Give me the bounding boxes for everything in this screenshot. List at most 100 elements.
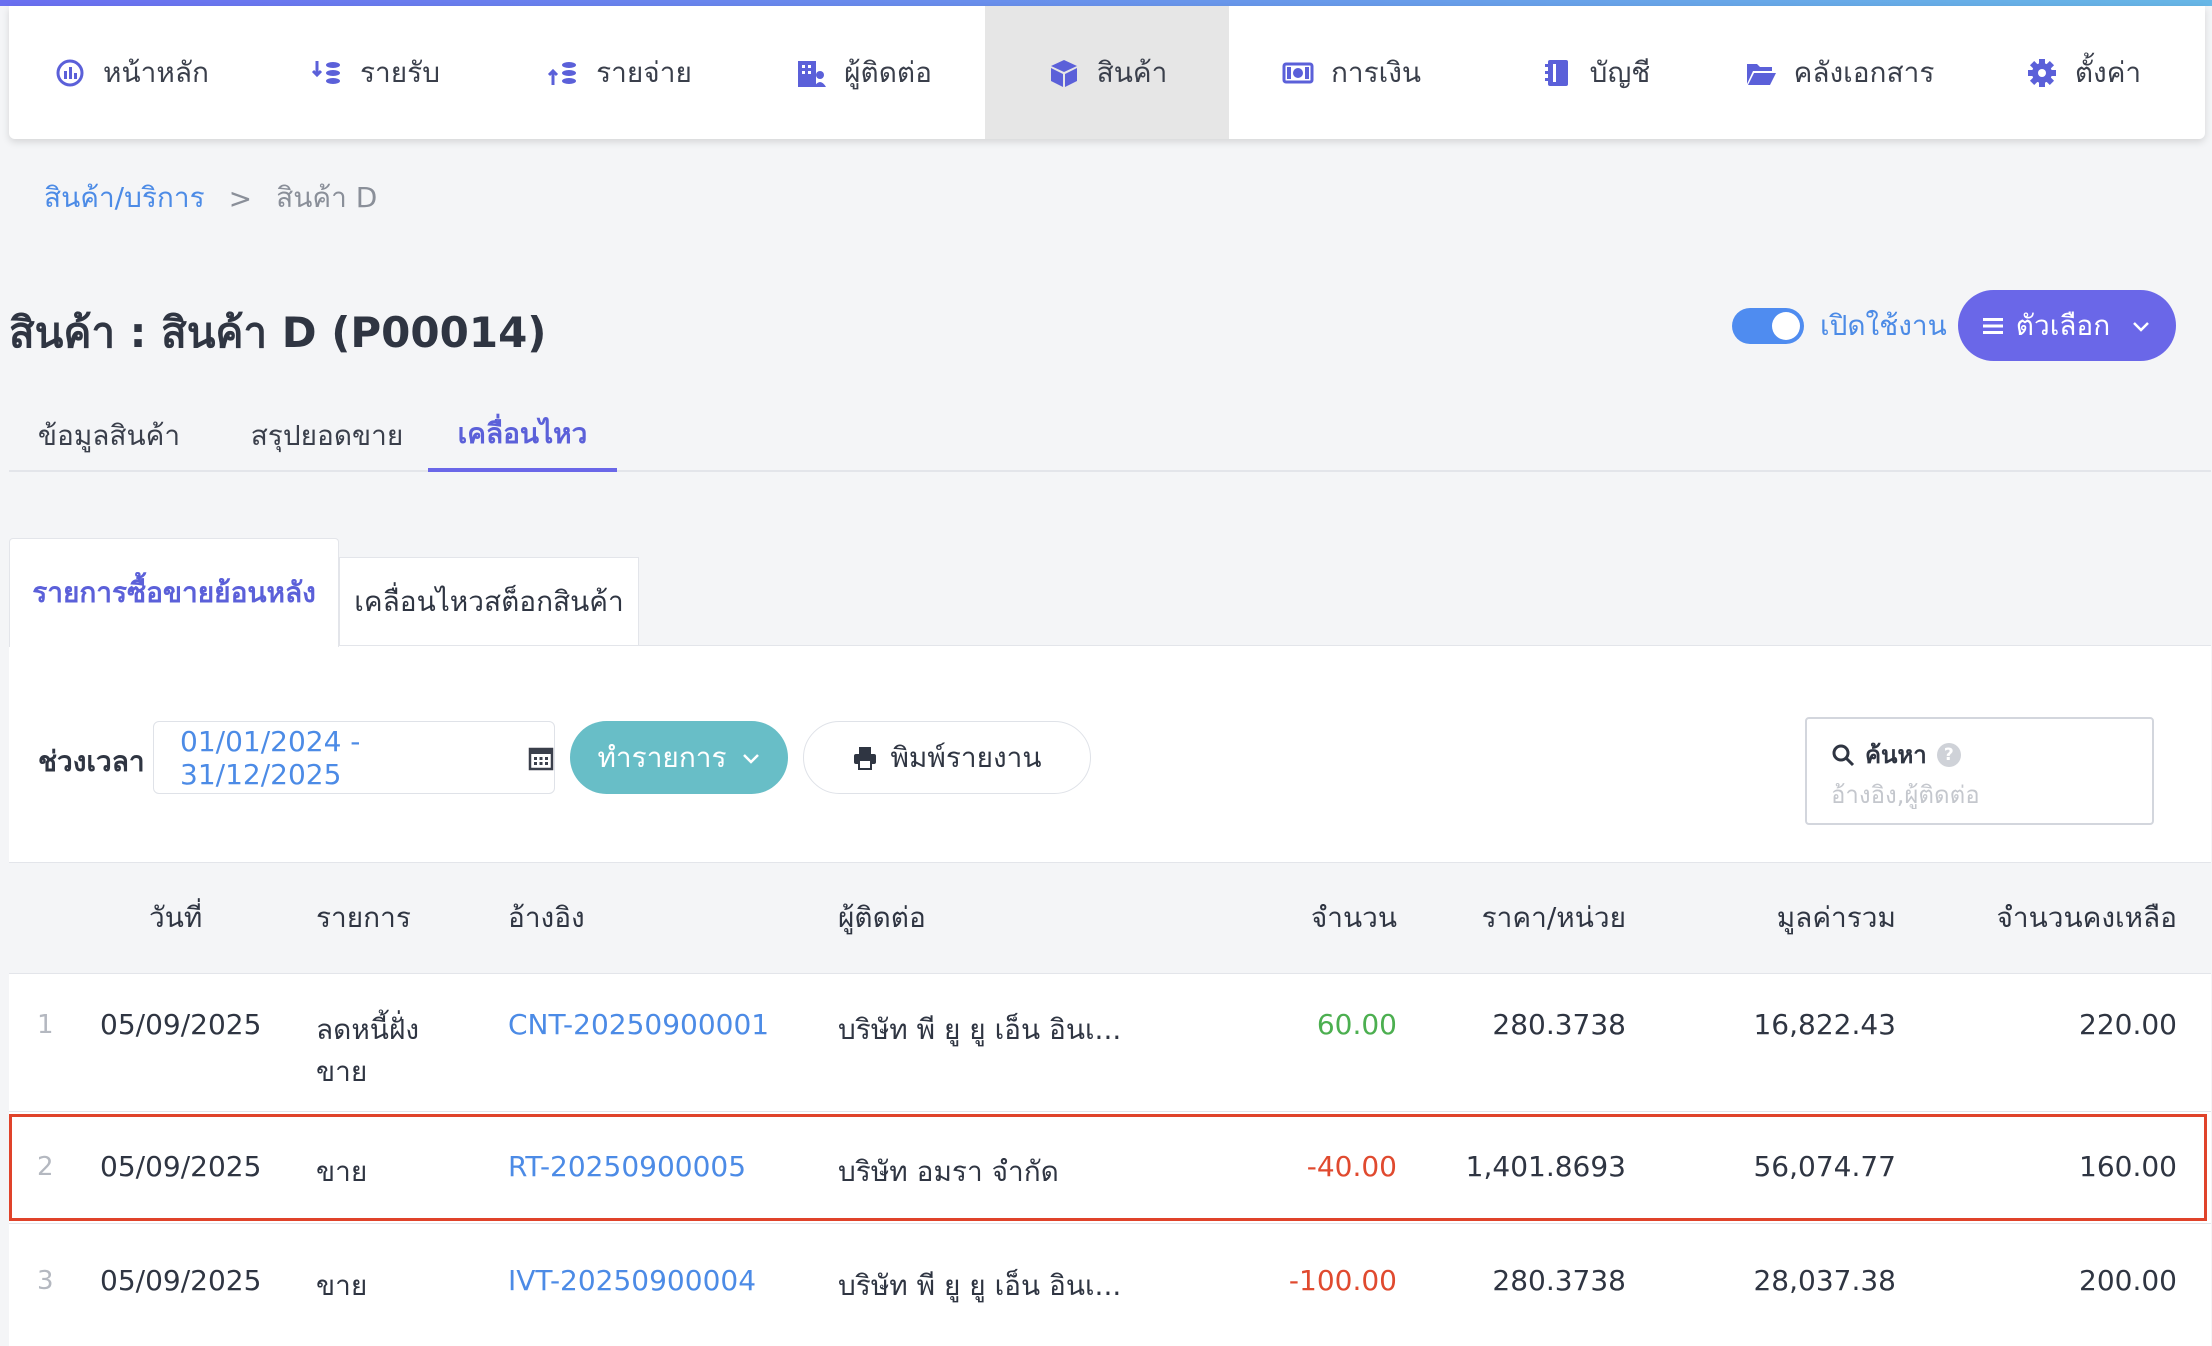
row-total: 28,037.38 xyxy=(1753,1264,1896,1297)
nav-item-settings[interactable]: ตั้งค่า xyxy=(1961,6,2205,139)
search-icon xyxy=(1831,743,1855,767)
income-icon xyxy=(310,56,344,90)
options-button-label: ตัวเลือก xyxy=(2015,308,2111,342)
nav-label: บัญชี xyxy=(1589,55,1651,89)
date-range-value: 01/01/2024 - 31/12/2025 xyxy=(180,724,361,791)
column-header-balance[interactable]: จำนวนคงเหลือ xyxy=(1996,863,2177,973)
column-header-quantity[interactable]: จำนวน xyxy=(1311,863,1397,973)
row-type: ขาย xyxy=(316,1269,368,1302)
nav-item-finance[interactable]: การเงิน xyxy=(1229,6,1473,139)
row-reference-link[interactable]: IVT-20250900004 xyxy=(508,1264,756,1297)
status-toggle-group: เปิดใช้งาน xyxy=(1732,304,1947,348)
help-icon[interactable]: ? xyxy=(1936,742,1961,767)
column-header-contact[interactable]: ผู้ติดต่อ xyxy=(838,863,926,973)
breadcrumb-current: สินค้า D xyxy=(276,181,378,214)
expense-icon xyxy=(546,56,580,90)
date-range-field[interactable]: 01/01/2024 - 31/12/2025 xyxy=(153,721,555,794)
search-label-group: ค้นหา ? xyxy=(1831,735,1961,774)
search-input[interactable] xyxy=(1831,781,2131,809)
breadcrumb-separator: > xyxy=(228,181,253,215)
action-dropdown-button[interactable]: ทำรายการ xyxy=(570,721,788,794)
toggle-label: เปิดใช้งาน xyxy=(1820,309,1947,342)
main-nav: หน้าหลัก รายรับ รายจ่าย ผู้ติดต่อ สินค้า… xyxy=(9,6,2205,139)
row-quantity: -100.00 xyxy=(1288,1264,1397,1297)
row-type: ขาย xyxy=(316,1155,368,1188)
row-quantity: 60.00 xyxy=(1316,1008,1397,1041)
period-label: ช่วงเวลา xyxy=(38,745,145,778)
toggle-knob xyxy=(1772,312,1800,340)
row-balance: 200.00 xyxy=(2079,1264,2177,1297)
row-balance: 160.00 xyxy=(2079,1150,2177,1183)
row-balance: 220.00 xyxy=(2079,1008,2177,1041)
row-unit-price: 280.3738 xyxy=(1492,1264,1626,1297)
table-row[interactable]: 1 05/09/2025 ลดหนี้ฝั่ง ขาย CNT-20250900… xyxy=(9,974,2211,1112)
page-title: สินค้า : สินค้า D (P00014) xyxy=(9,308,547,357)
nav-item-income[interactable]: รายรับ xyxy=(253,6,497,139)
table-header: วันที่ รายการ อ้างอิง ผู้ติดต่อ จำนวน รา… xyxy=(9,862,2211,974)
print-report-button[interactable]: พิมพ์รายงาน xyxy=(803,721,1091,794)
menu-icon xyxy=(1982,315,2004,337)
breadcrumb-parent-link[interactable]: สินค้า/บริการ xyxy=(44,176,205,220)
row-quantity: -40.00 xyxy=(1306,1150,1397,1183)
row-contact: บริษัท พี ยู ยู เอ็น อินเ... xyxy=(838,1269,1122,1302)
column-header-reference[interactable]: อ้างอิง xyxy=(508,863,585,973)
column-header-type[interactable]: รายการ xyxy=(316,863,411,973)
nav-item-expense[interactable]: รายจ่าย xyxy=(497,6,741,139)
row-date: 05/09/2025 xyxy=(100,1264,262,1297)
search-box: ค้นหา ? xyxy=(1805,717,2154,825)
row-reference-link[interactable]: CNT-20250900001 xyxy=(508,1008,769,1041)
row-unit-price: 280.3738 xyxy=(1492,1008,1626,1041)
action-button-label: ทำรายการ xyxy=(597,740,727,774)
row-date: 05/09/2025 xyxy=(100,1150,262,1183)
box-icon xyxy=(1047,56,1081,90)
subtab-transaction-history[interactable]: รายการซื้อขายย้อนหลัง xyxy=(9,538,339,647)
row-type-line2: ขาย xyxy=(316,1055,368,1088)
options-button[interactable]: ตัวเลือก xyxy=(1958,290,2176,361)
row-index: 3 xyxy=(37,1266,54,1296)
ledger-icon xyxy=(1540,56,1574,90)
nav-label: สินค้า xyxy=(1096,55,1168,89)
row-reference-link[interactable]: RT-20250900005 xyxy=(508,1150,746,1183)
product-tabs: ข้อมูลสินค้า สรุปยอดขาย เคลื่อนไหว xyxy=(9,400,2211,472)
column-header-total[interactable]: มูลค่ารวม xyxy=(1777,863,1896,973)
column-header-unit-price[interactable]: ราคา/หน่วย xyxy=(1482,863,1626,973)
nav-item-home[interactable]: หน้าหลัก xyxy=(9,6,253,139)
nav-label: การเงิน xyxy=(1330,55,1422,89)
nav-item-accounting[interactable]: บัญชี xyxy=(1473,6,1717,139)
chevron-down-icon xyxy=(2130,315,2152,337)
tab-movement[interactable]: เคลื่อนไหว xyxy=(428,400,617,472)
row-type: ลดหนี้ฝั่ง xyxy=(316,1013,420,1046)
tab-product-info[interactable]: ข้อมูลสินค้า xyxy=(9,400,209,472)
row-index: 2 xyxy=(37,1152,54,1182)
nav-label: รายรับ xyxy=(360,55,440,89)
row-total: 56,074.77 xyxy=(1753,1150,1896,1183)
tab-sales-summary[interactable]: สรุปยอดขาย xyxy=(221,400,433,472)
breadcrumb: สินค้า/บริการ > สินค้า D xyxy=(44,176,377,220)
row-contact: บริษัท อมรา จำกัด xyxy=(838,1155,1059,1188)
subtab-stock-movement[interactable]: เคลื่อนไหวสต็อกสินค้า xyxy=(339,557,639,646)
search-label: ค้นหา xyxy=(1865,741,1927,769)
gear-icon xyxy=(2025,56,2059,90)
chevron-down-icon xyxy=(741,748,761,768)
enabled-toggle[interactable] xyxy=(1732,308,1804,344)
contacts-icon xyxy=(794,56,828,90)
printer-icon xyxy=(852,745,878,771)
nav-item-contacts[interactable]: ผู้ติดต่อ xyxy=(741,6,985,139)
row-total: 16,822.43 xyxy=(1753,1008,1896,1041)
row-date: 05/09/2025 xyxy=(100,1008,262,1041)
nav-label: ตั้งค่า xyxy=(2074,55,2142,89)
dashboard-icon xyxy=(53,56,87,90)
calendar-icon xyxy=(528,745,554,771)
nav-label: คลังเอกสาร xyxy=(1793,55,1935,89)
row-contact: บริษัท พี ยู ยู เอ็น อินเ... xyxy=(838,1013,1122,1046)
row-unit-price: 1,401.8693 xyxy=(1465,1150,1626,1183)
table-row[interactable]: 2 05/09/2025 ขาย RT-20250900005 บริษัท อ… xyxy=(9,1112,2211,1224)
nav-label: ผู้ติดต่อ xyxy=(844,55,932,89)
nav-label: หน้าหลัก xyxy=(103,55,209,89)
nav-item-documents[interactable]: คลังเอกสาร xyxy=(1717,6,1961,139)
print-button-label: พิมพ์รายงาน xyxy=(890,740,1042,774)
nav-item-products[interactable]: สินค้า xyxy=(985,6,1229,139)
table-row[interactable]: 3 05/09/2025 ขาย IVT-20250900004 บริษัท … xyxy=(9,1224,2211,1346)
column-header-date[interactable]: วันที่ xyxy=(149,863,202,973)
nav-label: รายจ่าย xyxy=(596,55,692,89)
